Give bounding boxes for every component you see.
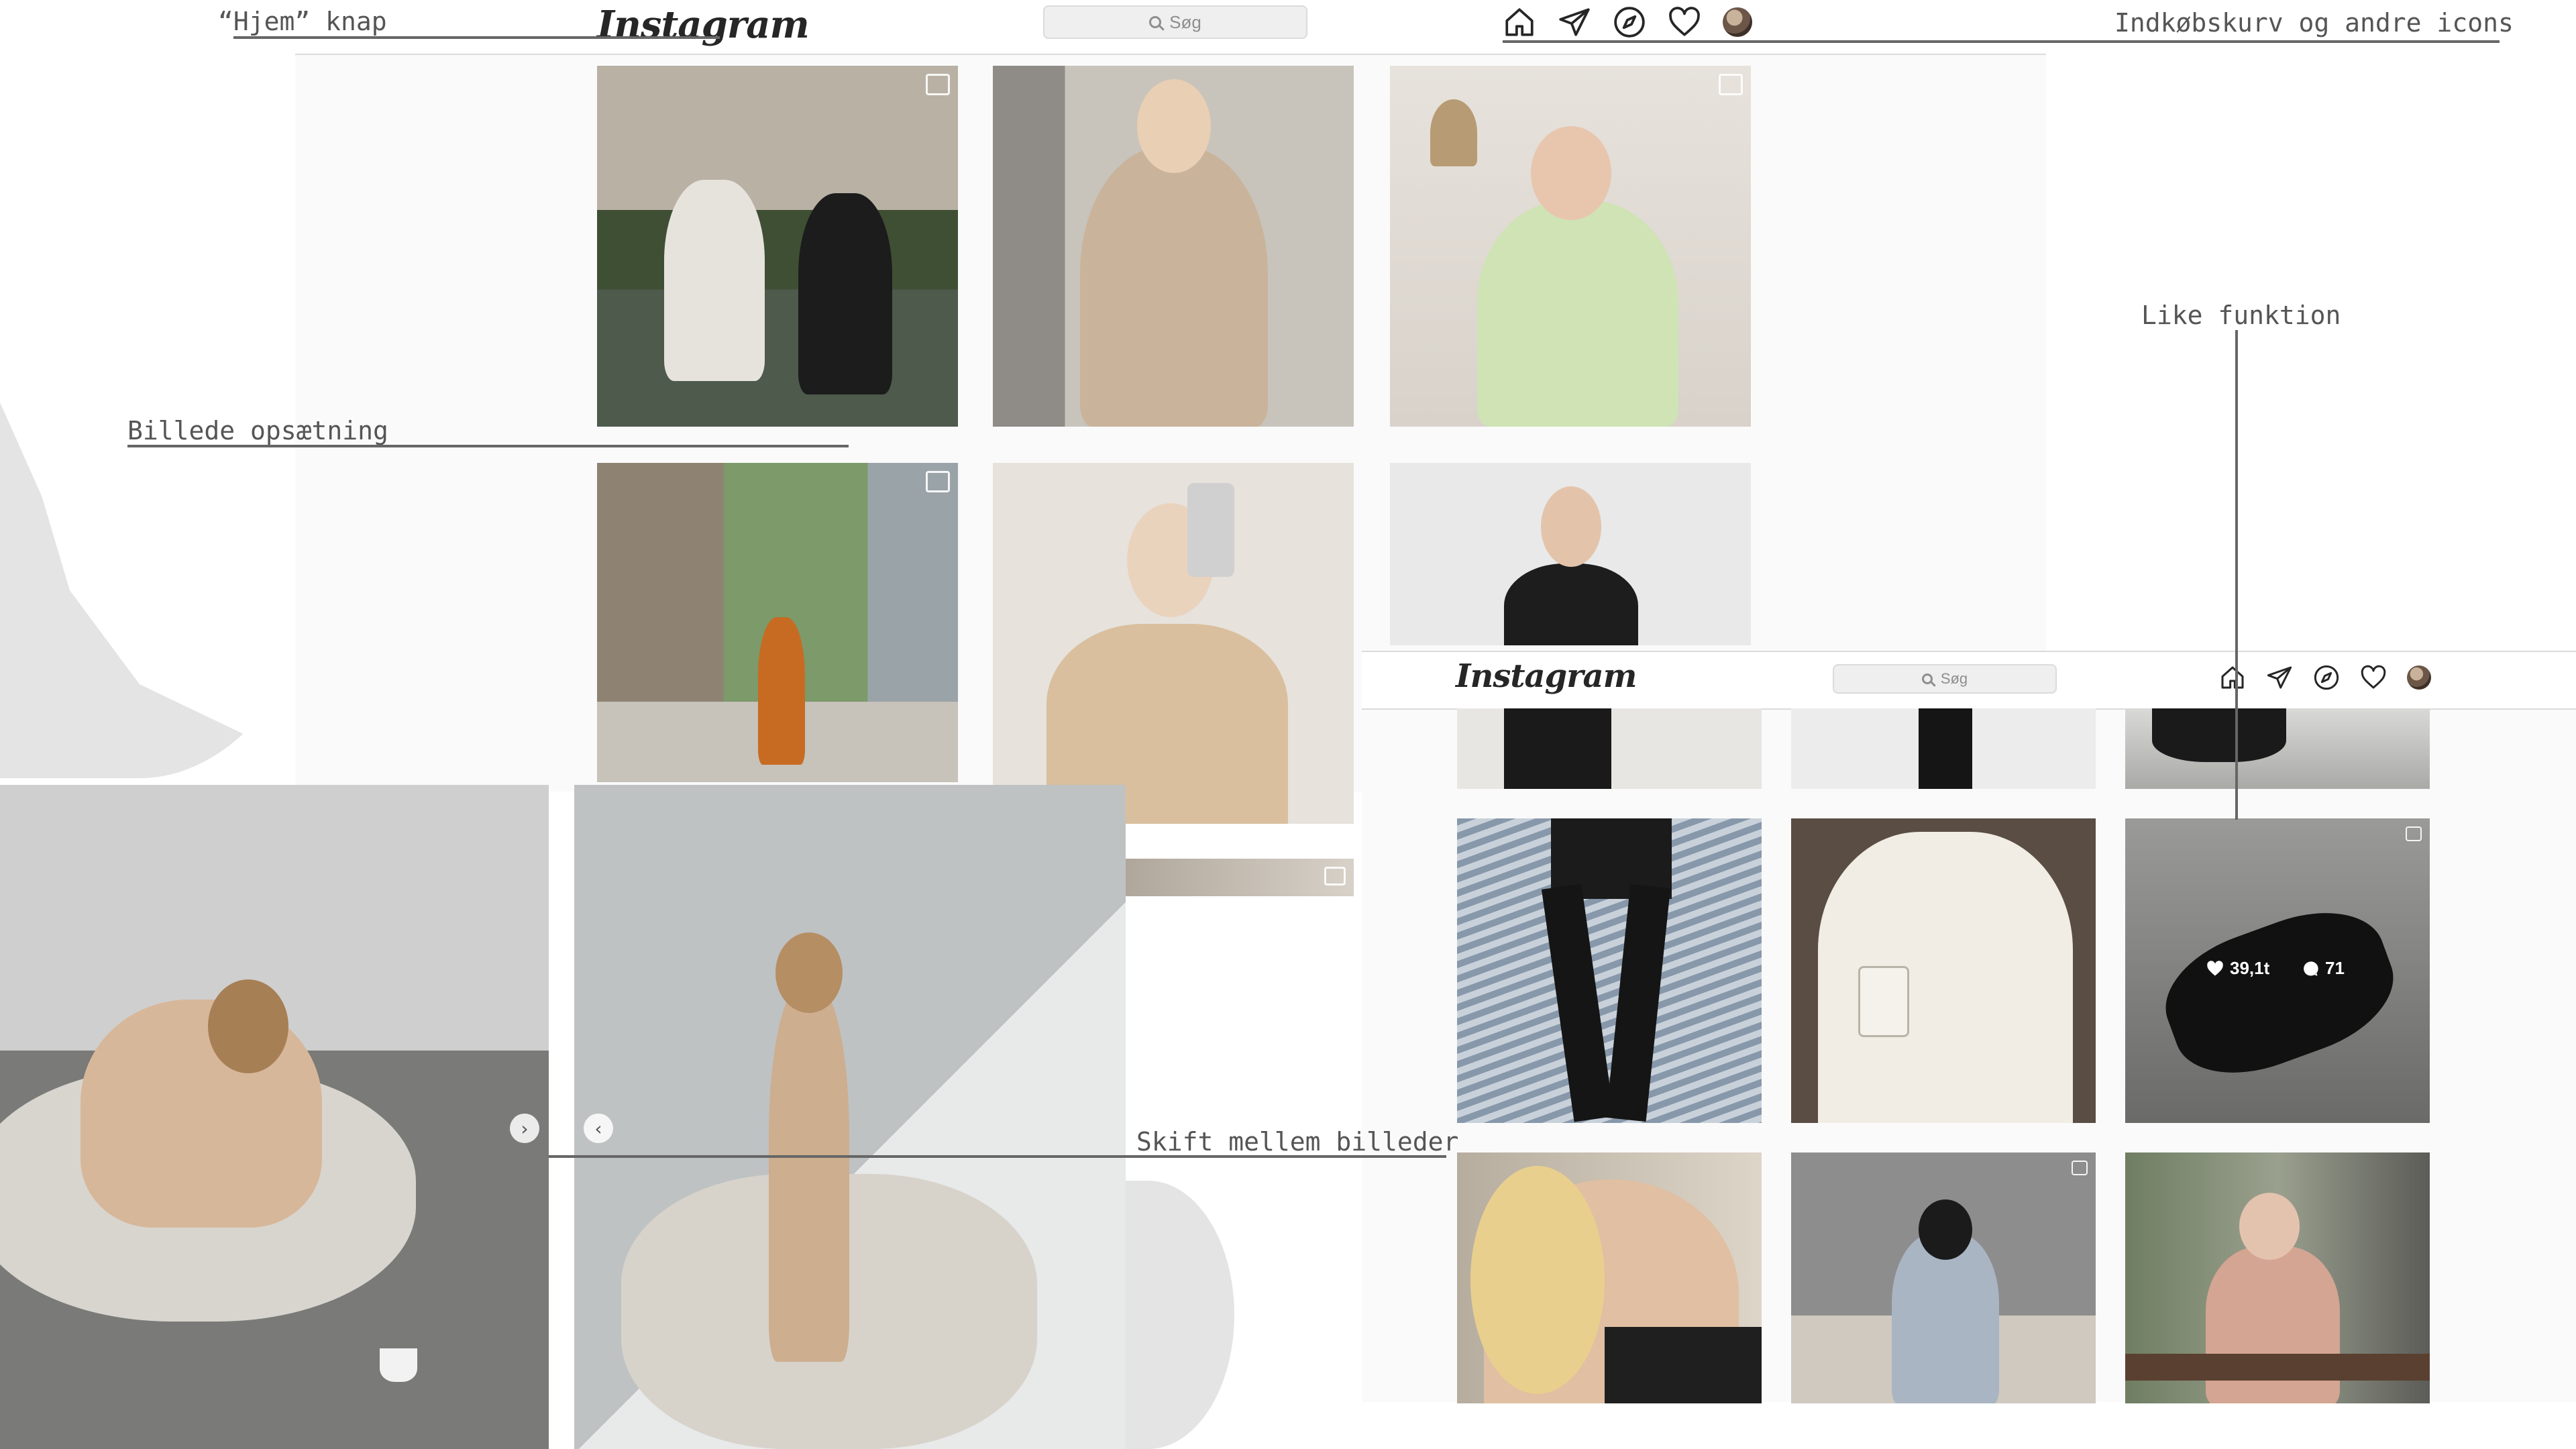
next-image-button[interactable]: › — [510, 1114, 539, 1143]
home-icon[interactable] — [1503, 5, 1536, 39]
post-thumbnail-figure — [2152, 708, 2286, 762]
search-icon — [1921, 674, 1933, 684]
post-thumbnail[interactable] — [1390, 66, 1751, 427]
post-thumbnail[interactable] — [993, 463, 1354, 824]
search-input[interactable]: Søg — [1043, 5, 1307, 39]
nav-icons — [1503, 5, 1752, 39]
annotation-switch-images: Skift mellem billeder — [1136, 1127, 1459, 1157]
post-thumbnail-figure — [1605, 883, 1671, 1122]
heart-icon[interactable] — [2360, 664, 2387, 691]
post-thumbnail-figure — [2125, 1354, 2430, 1381]
annotation-cart-icons: Indkøbskurv og andre icons — [2114, 8, 2514, 38]
carousel-image-2[interactable]: ‹ — [574, 785, 1126, 1449]
annotation-line-cart — [1503, 40, 2500, 43]
like-count: 39,1t — [2206, 958, 2269, 979]
post-thumbnail-figure — [798, 193, 892, 394]
second-nav-icons — [2219, 664, 2431, 691]
annotation-line-home — [233, 36, 720, 39]
multiple-images-icon — [1324, 867, 1346, 885]
coffee-cup — [380, 1348, 417, 1382]
search-placeholder: Søg — [1169, 11, 1201, 32]
search-placeholder: Søg — [1940, 670, 1968, 687]
person-head — [208, 979, 288, 1073]
comment-count: 71 — [2301, 958, 2345, 979]
search-icon — [1149, 16, 1162, 28]
post-thumbnail[interactable] — [597, 66, 958, 427]
post-thumbnail[interactable] — [1457, 1152, 1762, 1403]
post-thumbnail-figure — [1605, 1327, 1762, 1403]
post-thumbnail[interactable] — [2125, 708, 2430, 789]
video-reel-icon — [926, 74, 950, 95]
second-instagram-logo[interactable]: Instagram — [1456, 657, 1637, 695]
second-search-input[interactable]: Søg — [1833, 664, 2057, 694]
post-thumbnail-figure — [1541, 883, 1615, 1122]
person-figure — [769, 986, 849, 1362]
multiple-images-icon — [2072, 1161, 2088, 1175]
annotation-line-like — [2235, 330, 2238, 820]
post-thumbnail-figure — [1470, 1166, 1605, 1394]
post-thumbnail[interactable] — [993, 66, 1354, 427]
post-thumbnail[interactable] — [1457, 818, 1762, 1123]
post-thumbnail-figure — [1477, 200, 1678, 427]
post-thumbnail-figure — [1531, 126, 1611, 220]
multiple-images-icon — [2406, 826, 2422, 841]
post-thumbnail-figure — [1818, 832, 2073, 1123]
explore-compass-icon[interactable] — [1613, 5, 1646, 39]
annotation-home-button: “Hjem” knap — [218, 7, 387, 36]
post-thumbnail-figure — [1919, 1199, 1972, 1260]
heart-icon[interactable] — [1668, 5, 1701, 39]
post-thumbnail-figure — [1504, 564, 1638, 645]
post-thumbnail-hovered[interactable]: 39,1t 71 — [2125, 818, 2430, 1123]
explore-compass-icon[interactable] — [2313, 664, 2340, 691]
post-thumbnail-figure — [1187, 483, 1234, 577]
profile-avatar[interactable] — [2407, 665, 2431, 690]
video-reel-icon — [1719, 74, 1743, 95]
carousel-image-1[interactable]: › — [0, 785, 549, 1449]
instagram-logo[interactable]: Instagram — [597, 3, 810, 47]
post-thumbnail[interactable] — [597, 463, 958, 782]
annotation-like-function: Like funktion — [2141, 301, 2341, 330]
annotation-line-switch — [549, 1155, 1446, 1158]
post-thumbnail[interactable] — [1791, 708, 2096, 789]
multiple-images-icon — [926, 471, 950, 492]
post-thumbnail-figure — [758, 617, 805, 765]
post-thumbnail-figure — [1430, 99, 1477, 166]
post-thumbnail-figure — [1080, 146, 1268, 427]
annotation-image-layout: Billede opsætning — [127, 416, 388, 445]
comment-filled-icon — [2304, 961, 2318, 975]
direct-message-icon[interactable] — [1558, 5, 1591, 39]
post-thumbnail-figure — [1137, 79, 1211, 173]
comment-count-value: 71 — [2325, 958, 2345, 978]
profile-avatar[interactable] — [1723, 7, 1752, 37]
post-thumbnail-figure — [1504, 708, 1611, 789]
annotation-line-layout — [127, 445, 849, 447]
like-count-value: 39,1t — [2230, 958, 2270, 978]
post-thumbnail[interactable] — [1457, 708, 1762, 789]
post-thumbnail-figure — [1919, 708, 1972, 789]
heart-filled-icon — [2207, 960, 2223, 975]
post-thumbnail-figure — [2239, 1193, 2300, 1260]
post-thumbnail[interactable] — [2125, 1152, 2430, 1403]
home-icon[interactable] — [2219, 664, 2246, 691]
previous-image-button[interactable]: ‹ — [584, 1114, 613, 1143]
post-thumbnail[interactable] — [1791, 1152, 2096, 1403]
post-thumbnail[interactable] — [1390, 463, 1751, 645]
person-head — [775, 932, 843, 1013]
post-thumbnail[interactable] — [1126, 859, 1354, 896]
post-thumbnail-figure — [1858, 966, 1909, 1037]
direct-message-icon[interactable] — [2266, 664, 2293, 691]
post-thumbnail-figure — [664, 180, 765, 381]
post-thumbnail-figure — [1541, 486, 1601, 567]
post-thumbnail[interactable] — [1791, 818, 2096, 1123]
post-thumbnail-figure — [2149, 890, 2410, 1095]
